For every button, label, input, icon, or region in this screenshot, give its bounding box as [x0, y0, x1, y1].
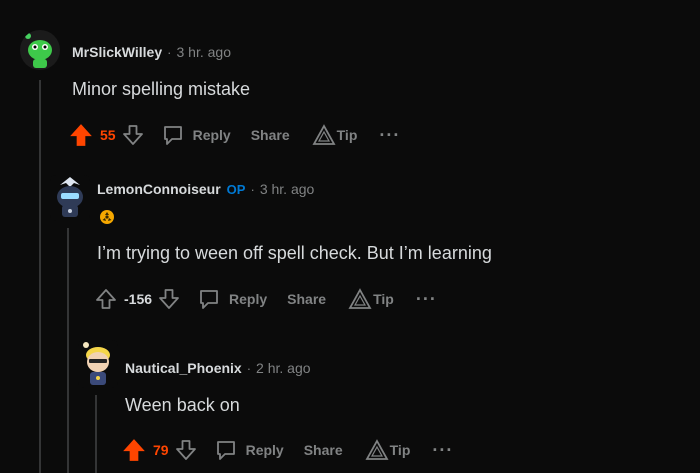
- share-button[interactable]: Share: [287, 291, 326, 307]
- chat-bubble-icon: [214, 438, 238, 462]
- vote-score: -156: [124, 291, 153, 307]
- separator: ·: [167, 44, 172, 60]
- downvote-icon[interactable]: [121, 123, 145, 147]
- share-button[interactable]: Share: [251, 127, 290, 143]
- comment-actions: -156 Reply Share Tip ···: [94, 287, 437, 311]
- comment-body: Minor spelling mistake: [72, 79, 251, 99]
- tip-icon: [348, 288, 372, 310]
- username[interactable]: LemonConnoiseur: [97, 181, 221, 197]
- more-options-button[interactable]: ···: [379, 125, 400, 146]
- comment-actions: 79 Reply Share Tip ···: [121, 437, 453, 463]
- username[interactable]: Nautical_Phoenix: [125, 360, 242, 376]
- tip-icon: [312, 124, 336, 146]
- comment-body: I’m trying to ween off spell check. But …: [97, 243, 492, 263]
- separator: ·: [246, 360, 252, 376]
- tip-label: Tip: [336, 127, 358, 143]
- avatar[interactable]: [50, 175, 90, 221]
- share-button[interactable]: Share: [304, 442, 343, 458]
- timestamp[interactable]: 3 hr. ago: [176, 44, 231, 60]
- reply-label: Reply: [192, 127, 231, 143]
- reply-label: Reply: [229, 291, 268, 307]
- downvote-icon[interactable]: [174, 438, 198, 462]
- timestamp[interactable]: 3 hr. ago: [260, 181, 315, 197]
- tip-label: Tip: [389, 442, 411, 458]
- comment-actions: 55 Reply Share Tip ···: [68, 122, 400, 148]
- avatar[interactable]: [78, 340, 118, 388]
- tip-label: Tip: [373, 291, 394, 307]
- chat-bubble-icon: [161, 123, 185, 147]
- upvote-icon[interactable]: [94, 287, 118, 311]
- upvote-icon[interactable]: [121, 437, 147, 463]
- tip-button[interactable]: Tip: [365, 439, 411, 461]
- comment-header: LemonConnoiseur OP · 3 hr. ago: [97, 181, 314, 197]
- thread-line[interactable]: [67, 228, 69, 473]
- tip-button[interactable]: Tip: [348, 288, 394, 310]
- tip-button[interactable]: Tip: [312, 124, 358, 146]
- user-flair-icon: [100, 210, 114, 224]
- comment-header: MrSlickWilley · 3 hr. ago: [72, 44, 231, 60]
- comment-header: Nautical_Phoenix · 2 hr. ago: [125, 360, 311, 376]
- reply-button[interactable]: Reply: [161, 123, 231, 147]
- timestamp[interactable]: 2 hr. ago: [256, 360, 311, 376]
- more-options-button[interactable]: ···: [416, 289, 437, 310]
- upvote-icon[interactable]: [68, 122, 94, 148]
- comment-body: Ween back on: [125, 395, 240, 415]
- reply-button[interactable]: Reply: [197, 287, 267, 311]
- more-options-button[interactable]: ···: [432, 440, 453, 461]
- op-badge: OP: [226, 181, 246, 197]
- vote-score: 79: [153, 442, 169, 458]
- username[interactable]: MrSlickWilley: [72, 44, 162, 60]
- thread-line[interactable]: [39, 80, 41, 473]
- reply-button[interactable]: Reply: [214, 438, 284, 462]
- vote-score: 55: [100, 127, 116, 143]
- tip-icon: [365, 439, 389, 461]
- reply-label: Reply: [245, 442, 284, 458]
- thread-line[interactable]: [95, 395, 97, 473]
- avatar[interactable]: [20, 30, 60, 70]
- downvote-icon[interactable]: [157, 287, 181, 311]
- separator: ·: [250, 181, 255, 197]
- chat-bubble-icon: [197, 287, 221, 311]
